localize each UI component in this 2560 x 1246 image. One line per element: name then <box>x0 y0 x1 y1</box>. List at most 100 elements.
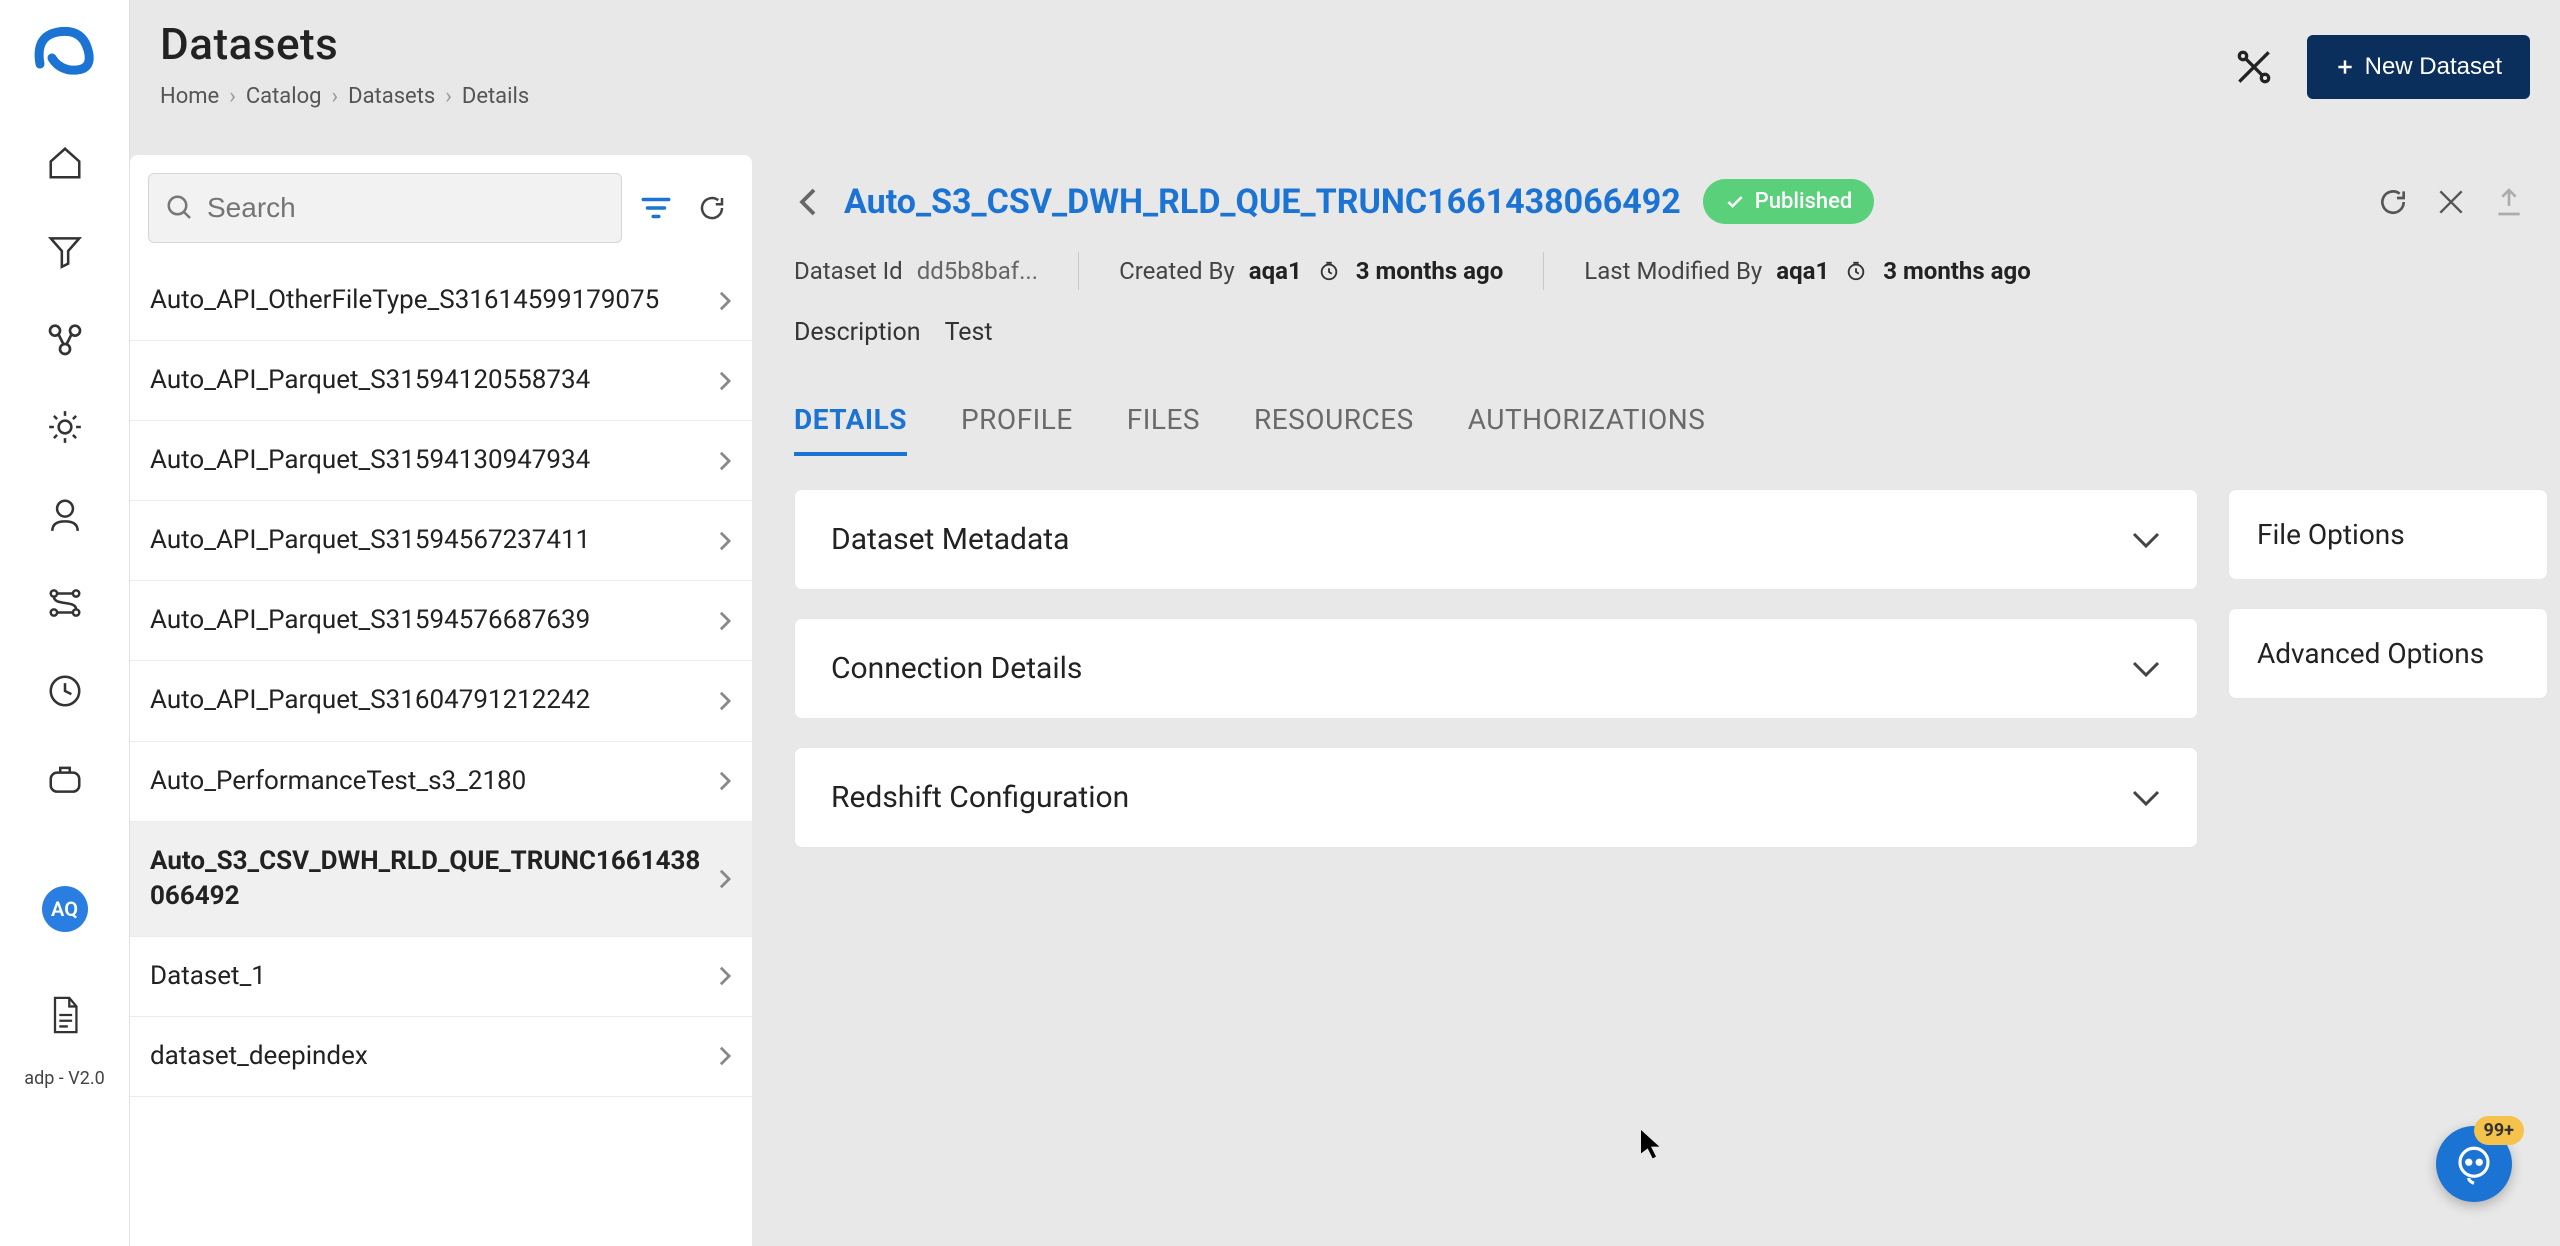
breadcrumb-item[interactable]: Datasets <box>348 84 435 109</box>
chat-badge: 99+ <box>2474 1116 2524 1145</box>
breadcrumb-item[interactable]: Home <box>160 84 219 109</box>
accordion-connection-details[interactable]: Connection Details <box>794 618 2198 719</box>
modified-by-time: 3 months ago <box>1883 257 2030 285</box>
modified-by-user: aqa1 <box>1776 257 1829 285</box>
chevron-right-icon <box>718 290 732 312</box>
chevron-down-icon <box>2131 788 2161 808</box>
chevron-right-icon <box>718 770 732 792</box>
check-icon <box>1725 192 1745 212</box>
back-button[interactable] <box>794 188 822 216</box>
tab-resources[interactable]: RESOURCES <box>1254 403 1414 456</box>
created-by-user: aqa1 <box>1249 257 1302 285</box>
dataset-list-item[interactable]: Auto_API_OtherFileType_S31614599179075 <box>130 261 752 341</box>
chevron-right-icon <box>718 690 732 712</box>
dataset-list-item-label: Auto_API_Parquet_S31594120558734 <box>150 363 708 398</box>
modified-by-label: Last Modified By <box>1584 257 1762 285</box>
user-icon[interactable] <box>42 492 88 538</box>
tab-authorizations[interactable]: AUTHORIZATIONS <box>1468 403 1706 456</box>
created-by-group: Created By aqa1 3 months ago <box>1119 257 1503 285</box>
tab-details[interactable]: DETAILS <box>794 403 907 456</box>
top-bar: Datasets Home › Catalog › Datasets › Det… <box>130 0 2560 150</box>
dataset-list: Auto_API_OtherFileType_S31614599179075 Au… <box>130 261 752 1246</box>
dataset-list-item-label: dataset_deepindex <box>150 1039 708 1074</box>
dataset-list-panel: Auto_API_OtherFileType_S31614599179075 Au… <box>130 155 752 1246</box>
accordion-label: Dataset Metadata <box>831 522 1069 557</box>
side-card-file-options[interactable]: File Options <box>2228 489 2548 580</box>
search-icon <box>165 193 195 223</box>
document-icon[interactable] <box>42 992 88 1038</box>
dataset-list-item-label: Auto_S3_CSV_DWH_RLD_QUE_TRUNC16614380664… <box>150 844 708 914</box>
export-icon[interactable] <box>2490 183 2528 221</box>
dataset-list-item[interactable]: Auto_API_Parquet_S31594567237411 <box>130 501 752 581</box>
tabs: DETAILS PROFILE FILES RESOURCES AUTHORIZATIO… <box>794 403 2548 457</box>
chevron-right-icon: › <box>229 84 236 109</box>
dataset-list-item[interactable]: Auto_API_Parquet_S31594130947934 <box>130 421 752 501</box>
chevron-right-icon <box>718 610 732 632</box>
dataset-list-item[interactable]: Auto_S3_CSV_DWH_RLD_QUE_TRUNC16614380664… <box>130 822 752 937</box>
description-label: Description <box>794 318 921 347</box>
separator <box>1543 252 1544 290</box>
gear-icon[interactable] <box>42 404 88 450</box>
tools-icon[interactable] <box>2229 42 2279 92</box>
dataset-list-item[interactable]: Dataset_1 <box>130 937 752 1017</box>
search-input[interactable] <box>207 192 605 224</box>
new-dataset-button[interactable]: New Dataset <box>2307 35 2530 99</box>
side-card-advanced-options[interactable]: Advanced Options <box>2228 608 2548 699</box>
page-title: Datasets <box>160 18 2530 70</box>
dataset-list-item[interactable]: dataset_deepindex <box>130 1017 752 1097</box>
dataset-id-value: dd5b8baf... <box>917 257 1038 285</box>
chevron-right-icon <box>718 868 732 890</box>
dataset-list-item-label: Auto_API_Parquet_S31604791212242 <box>150 683 708 718</box>
side-cards: File Options Advanced Options <box>2228 489 2548 699</box>
tools-detail-icon[interactable] <box>2432 183 2470 221</box>
funnel-icon[interactable] <box>42 228 88 274</box>
clock-icon <box>1316 258 1342 284</box>
dataset-list-item[interactable]: Auto_API_Parquet_S31594576687639 <box>130 581 752 661</box>
breadcrumb-item[interactable]: Catalog <box>246 84 322 109</box>
chevron-right-icon <box>718 965 732 987</box>
dataset-list-item-label: Dataset_1 <box>150 959 708 994</box>
breadcrumb: Home › Catalog › Datasets › Details <box>160 84 2530 109</box>
briefcase-icon[interactable] <box>42 756 88 802</box>
home-icon[interactable] <box>42 140 88 186</box>
accordion-label: Redshift Configuration <box>831 780 1129 815</box>
dataset-list-item[interactable]: Auto_API_Parquet_S31594120558734 <box>130 341 752 421</box>
accordion-redshift-configuration[interactable]: Redshift Configuration <box>794 747 2198 848</box>
chevron-right-icon <box>718 450 732 472</box>
new-dataset-label: New Dataset <box>2365 53 2502 81</box>
dataset-list-item-label: Auto_API_Parquet_S31594576687639 <box>150 603 708 638</box>
dataset-id-label: Dataset Id <box>794 257 903 285</box>
filter-icon[interactable] <box>634 186 678 230</box>
refresh-detail-icon[interactable] <box>2374 183 2412 221</box>
chevron-right-icon: › <box>332 84 339 109</box>
clock-nav-icon[interactable] <box>42 668 88 714</box>
avatar[interactable]: AQ <box>42 886 88 932</box>
flow-icon[interactable] <box>42 580 88 626</box>
nodes-icon[interactable] <box>42 316 88 362</box>
dataset-list-item-label: Auto_PerformanceTest_s3_2180 <box>150 764 708 799</box>
tab-files[interactable]: FILES <box>1127 403 1200 456</box>
modified-by-group: Last Modified By aqa1 3 months ago <box>1584 257 2031 285</box>
tab-profile[interactable]: PROFILE <box>961 403 1073 456</box>
content-area: Auto_S3_CSV_DWH_RLD_QUE_TRUNC16614380664… <box>770 155 2560 1246</box>
accordion-label: Connection Details <box>831 651 1082 686</box>
dataset-list-item[interactable]: Auto_PerformanceTest_s3_2180 <box>130 742 752 822</box>
nav-rail: AQ adp - V2.0 <box>0 0 130 1246</box>
dataset-list-item-label: Auto_API_Parquet_S31594130947934 <box>150 443 708 478</box>
accordions: Dataset Metadata Connection Details Redshi… <box>794 489 2198 848</box>
status-badge: Published <box>1703 179 1875 224</box>
dataset-list-item[interactable]: Auto_API_Parquet_S31604791212242 <box>130 661 752 741</box>
refresh-icon[interactable] <box>690 186 734 230</box>
accordion-dataset-metadata[interactable]: Dataset Metadata <box>794 489 2198 590</box>
description-value: Test <box>945 318 993 347</box>
chevron-right-icon <box>718 1045 732 1067</box>
dataset-title: Auto_S3_CSV_DWH_RLD_QUE_TRUNC16614380664… <box>844 182 1681 222</box>
version-label: adp - V2.0 <box>24 1068 104 1089</box>
clock-icon <box>1843 258 1869 284</box>
chevron-right-icon <box>718 370 732 392</box>
search-box[interactable] <box>148 173 622 243</box>
dataset-id-group: Dataset Id dd5b8baf... <box>794 257 1038 285</box>
dataset-list-item-label: Auto_API_Parquet_S31594567237411 <box>150 523 708 558</box>
chevron-down-icon <box>2131 659 2161 679</box>
chat-fab[interactable]: 99+ <box>2436 1126 2512 1202</box>
